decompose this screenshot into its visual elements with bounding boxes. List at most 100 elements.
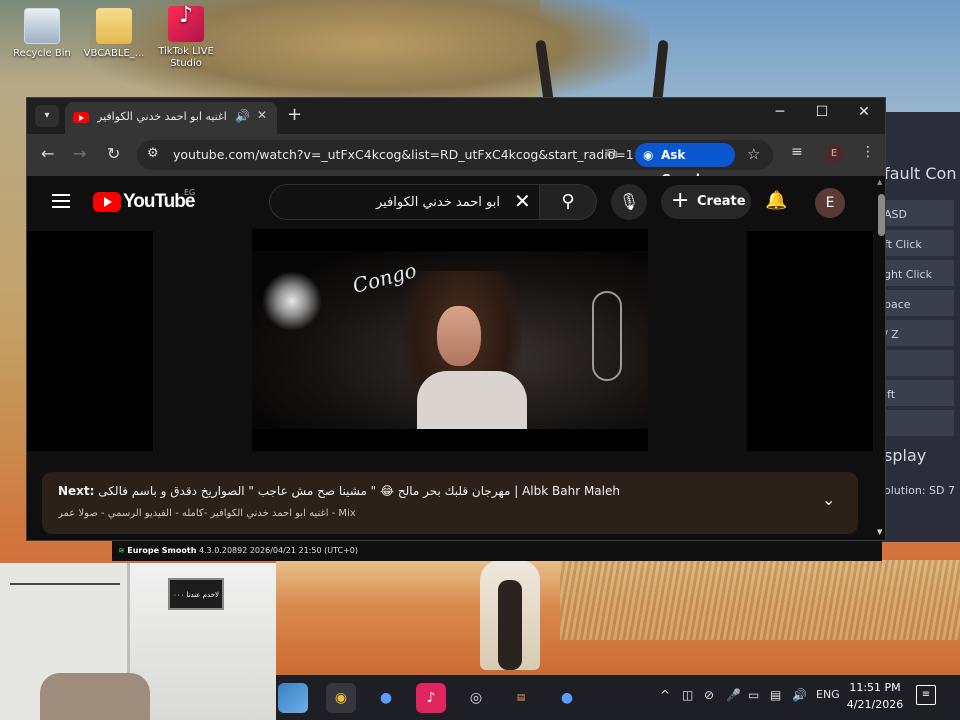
media-controls-icon[interactable]: ≡ (791, 144, 803, 160)
panel-row[interactable]: pace (878, 290, 954, 318)
search-icon: ⚲ (561, 191, 575, 212)
system-clock[interactable]: 11:51 PM 4/21/2026 (840, 679, 910, 713)
forward-button[interactable]: → (73, 144, 86, 163)
tiktok-taskbar-button[interactable]: ♪ (416, 683, 446, 713)
profile-avatar[interactable]: E (824, 144, 844, 164)
app-taskbar-button[interactable]: ● (371, 683, 401, 713)
chrome-taskbar-button[interactable]: ◉ (326, 683, 356, 713)
install-app-icon[interactable]: ⧉ (607, 146, 617, 162)
chrome-window: ▾ اغنيه ابو احمد خدني الكوافير 🔊 ✕ + ─ ☐… (26, 97, 886, 541)
panel-resolution: olution: SD 7 (884, 484, 955, 497)
panel-row-label: ft Click (884, 238, 922, 251)
network-icon[interactable]: ▤ (770, 688, 781, 702)
bookmark-star-icon[interactable]: ☆ (747, 145, 760, 163)
notification-center-icon[interactable]: ≡ (916, 685, 936, 705)
video-lamp (262, 271, 322, 331)
folder-icon (96, 8, 132, 44)
search-box: ✕ (269, 184, 539, 220)
page-scrollbar[interactable]: ▲ ▼ (876, 176, 885, 540)
voice-search-button[interactable]: 🎙 (611, 184, 647, 220)
close-window-button[interactable]: ✕ (844, 104, 884, 120)
panel-title: fault Con (884, 164, 957, 183)
clear-search-icon[interactable]: ✕ (514, 189, 531, 213)
voicemeeter-taskbar-button[interactable]: ▤ (506, 683, 536, 713)
status-detail: 4.3.0.20892 2026/04/21 21:50 (UTC+0) (198, 546, 358, 555)
new-tab-button[interactable]: + (287, 104, 302, 125)
language-indicator[interactable]: ENG (816, 688, 840, 701)
site-info-icon[interactable]: ⚙ (147, 146, 159, 161)
wifi-icon: ≋ (118, 546, 125, 555)
browser-tab-active[interactable]: اغنيه ابو احمد خدني الكوافير 🔊 ✕ (65, 102, 277, 134)
audio-playing-icon[interactable]: 🔊 (235, 109, 250, 123)
tiktok-icon: ♪ (426, 690, 436, 706)
ambient-left (27, 231, 153, 451)
widgets-icon[interactable] (278, 683, 308, 713)
device-tray-icon[interactable]: ▭ (748, 688, 759, 702)
reload-button[interactable]: ↻ (107, 144, 120, 163)
clock-time: 11:51 PM (849, 681, 901, 694)
obs-icon: ◎ (469, 690, 483, 706)
youtube-logo-icon[interactable] (93, 192, 121, 212)
video-frame: Congo (252, 251, 648, 429)
panel-row[interactable]: ASD (878, 200, 954, 228)
scroll-up-icon[interactable]: ▲ (877, 178, 882, 186)
up-next-bar[interactable]: Next: مهرجان قلبك بحر مالح 😂 " مشينا صح … (42, 472, 858, 534)
background-app-panel: fault Con ASD ft Click ght Click pace / … (878, 112, 960, 542)
ambient-right (747, 231, 873, 451)
tab-search-button[interactable]: ▾ (35, 105, 59, 127)
minimize-button[interactable]: ─ (760, 104, 800, 120)
panel-row[interactable] (878, 410, 954, 438)
youtube-page: YouTube EG ✕ ⚲ 🎙 + Create 🔔 E Congo (27, 176, 885, 540)
next-label: Next: (58, 484, 95, 498)
desktop-icon-tiktok-live-studio[interactable]: TikTok LIVE Studio (146, 6, 226, 70)
desktop-icon-label: Recycle Bin (13, 48, 71, 59)
country-code: EG (184, 188, 196, 197)
hamburger-menu-icon[interactable] (52, 194, 70, 208)
tab-close-icon[interactable]: ✕ (257, 108, 267, 122)
taskbar: ◉ ● ♪ ◎ ▤ ● ^ ◫ ⊘ 🎤 ▭ ▤ 🔊 ENG 11:51 PM 4… (276, 675, 960, 720)
wallpaper-grass (560, 560, 960, 640)
panel-row[interactable] (878, 350, 954, 378)
webcam-wall-sign: لاخدم عندنا ٠٠٠ (168, 578, 224, 610)
notifications-bell-icon[interactable]: 🔔 (765, 190, 787, 211)
video-player[interactable]: Congo (252, 229, 648, 451)
desktop-icon-vbcable[interactable]: VBCABLE_... (74, 8, 154, 60)
video-singer-shirt (417, 371, 527, 429)
create-button[interactable]: + Create (661, 185, 751, 219)
panel-row[interactable]: ght Click (878, 260, 954, 288)
desktop-icon-label: TikTok LIVE Studio (158, 46, 214, 69)
scroll-down-icon[interactable]: ▼ (877, 528, 882, 536)
account-avatar[interactable]: E (815, 188, 845, 218)
desktop-icon-recycle-bin[interactable]: Recycle Bin (2, 8, 82, 60)
webcam-rail (10, 567, 120, 585)
plus-icon: + (671, 188, 690, 213)
up-next-title-line: Next: مهرجان قلبك بحر مالح 😂 " مشينا صح … (58, 484, 778, 498)
menu-kebab-icon[interactable]: ⋮ (861, 144, 875, 160)
search-input[interactable] (280, 191, 500, 213)
obs-taskbar-button[interactable]: ◎ (461, 683, 491, 713)
search-button[interactable]: ⚲ (539, 184, 597, 220)
panel-row[interactable]: ift (878, 380, 954, 408)
show-hidden-icons[interactable]: ^ (660, 688, 670, 702)
vpn-tray-icon[interactable]: ⊘ (704, 688, 714, 702)
chevron-down-icon[interactable]: ⌄ (822, 490, 835, 509)
address-bar[interactable]: ⚙ youtube.com/watch?v=_utFxC4kcog&list=R… (137, 140, 773, 186)
mix-playlist-line: اغنيه ابو احمد خدني الكوافير -كامله - ال… (58, 508, 356, 519)
panel-display-heading: splay (884, 446, 927, 465)
volume-icon[interactable]: 🔊 (792, 688, 807, 702)
browser-toolbar: ← → ↻ ⚙ youtube.com/watch?v=_utFxC4kcog&… (27, 134, 885, 186)
youtube-favicon-icon (73, 112, 89, 123)
panel-row-label: ght Click (884, 268, 932, 281)
voicemeeter-icon: ▤ (516, 693, 526, 703)
scrollbar-thumb[interactable] (878, 194, 885, 236)
ask-google-button[interactable]: ◉ Ask Google (635, 143, 735, 186)
panel-row[interactable]: / Z (878, 320, 954, 348)
blue-orb-icon: ● (560, 690, 574, 706)
app2-taskbar-button[interactable]: ● (552, 683, 582, 713)
back-button[interactable]: ← (41, 144, 54, 163)
microphone-tray-icon[interactable]: 🎤 (726, 688, 741, 702)
tiktok-icon (168, 6, 204, 42)
tray-app-icon[interactable]: ◫ (682, 688, 693, 702)
panel-row[interactable]: ft Click (878, 230, 954, 258)
maximize-button[interactable]: ☐ (802, 104, 842, 120)
